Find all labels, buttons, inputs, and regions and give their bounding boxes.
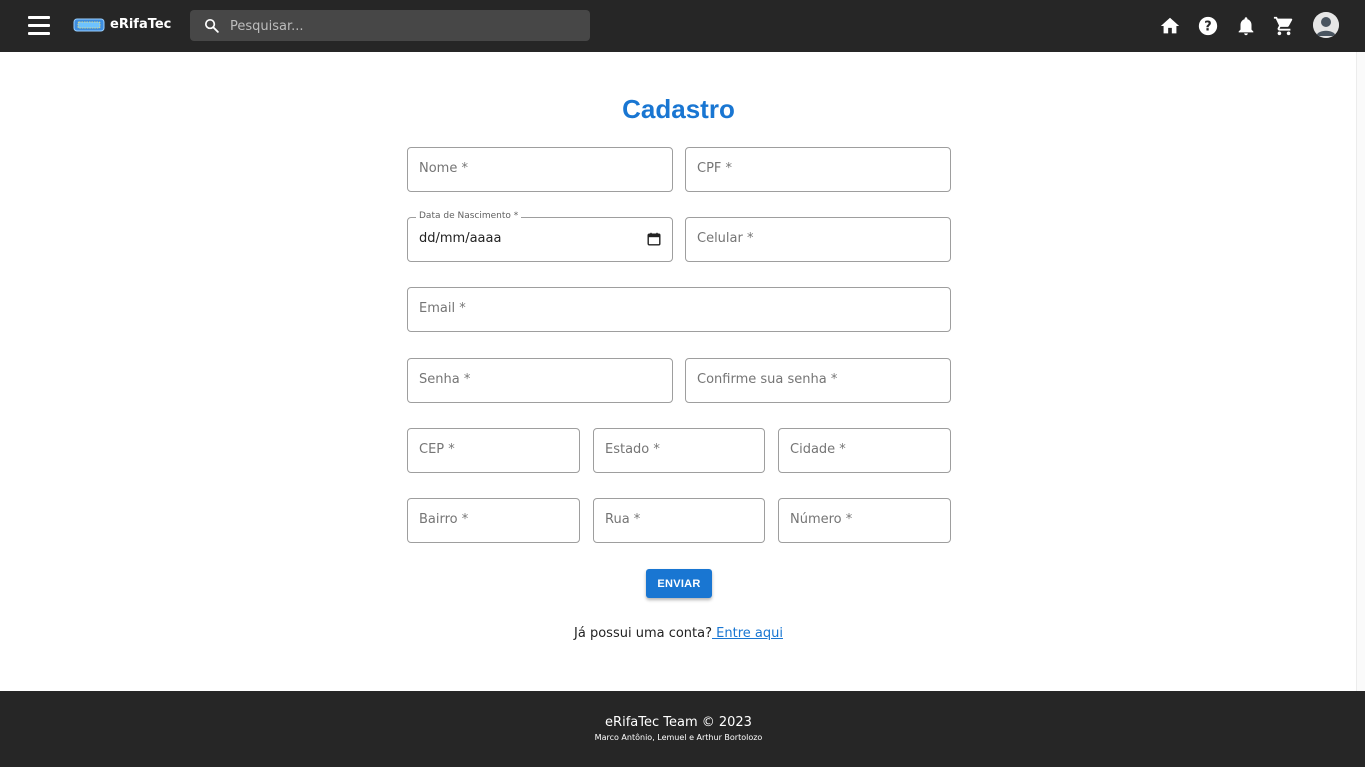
estado-placeholder: Estado * [605,442,660,457]
senha-placeholder: Senha * [419,372,471,387]
estado-field[interactable]: Estado * [593,428,765,473]
cidade-field[interactable]: Cidade * [778,428,951,473]
birthdate-label: Data de Nascimento * [416,211,522,221]
birthdate-value: dd/mm/aaaa [419,231,502,246]
celular-field[interactable]: Celular * [685,217,951,262]
cpf-field[interactable]: CPF * [685,147,951,192]
nome-placeholder: Nome * [419,161,468,176]
cidade-placeholder: Cidade * [790,442,846,457]
submit-button[interactable]: ENVIAR [646,569,712,598]
account-avatar[interactable] [1313,12,1339,38]
bairro-placeholder: Bairro * [419,512,469,527]
celular-placeholder: Celular * [697,231,754,246]
search-icon [204,18,219,33]
footer: eRifaTec Team © 2023 Marco Antônio, Lemu… [0,691,1365,767]
login-prompt: Já possui uma conta? Entre aqui [0,626,1357,641]
menu-icon[interactable] [28,16,52,36]
top-app-bar: eRifaTec ? [0,0,1365,52]
senha-field[interactable]: Senha * [407,358,673,403]
birthdate-field[interactable]: Data de Nascimento * dd/mm/aaaa [407,211,673,262]
footer-copyright: eRifaTec Team © 2023 [605,715,752,730]
email-placeholder: Email * [419,301,466,316]
svg-text:?: ? [1204,20,1211,35]
email-field[interactable]: Email * [407,287,951,332]
login-prompt-text: Já possui uma conta? [574,626,713,641]
confirm-password-placeholder: Confirme sua senha * [697,372,838,387]
rua-placeholder: Rua * [605,512,641,527]
cpf-placeholder: CPF * [697,161,733,176]
calendar-icon[interactable] [647,232,661,246]
numero-field[interactable]: Número * [778,498,951,543]
scrollbar[interactable] [1356,52,1365,691]
cart-icon[interactable] [1273,15,1295,37]
bell-icon[interactable] [1235,15,1257,37]
nome-field[interactable]: Nome * [407,147,673,192]
brand-name[interactable]: eRifaTec [110,17,171,32]
cep-field[interactable]: CEP * [407,428,580,473]
home-icon[interactable] [1159,15,1181,37]
cep-placeholder: CEP * [419,442,455,457]
rua-field[interactable]: Rua * [593,498,765,543]
user-icon [1313,12,1339,38]
confirm-password-field[interactable]: Confirme sua senha * [685,358,951,403]
footer-authors: Marco Antônio, Lemuel e Arthur Bortolozo [594,733,763,742]
search-box[interactable] [190,10,590,43]
bairro-field[interactable]: Bairro * [407,498,580,543]
numero-placeholder: Número * [790,512,853,527]
page-title: Cadastro [622,94,735,124]
search-input[interactable] [228,10,582,43]
ticket-logo-icon[interactable] [73,18,105,32]
login-link[interactable]: Entre aqui [712,626,783,641]
help-icon[interactable]: ? [1197,15,1219,37]
